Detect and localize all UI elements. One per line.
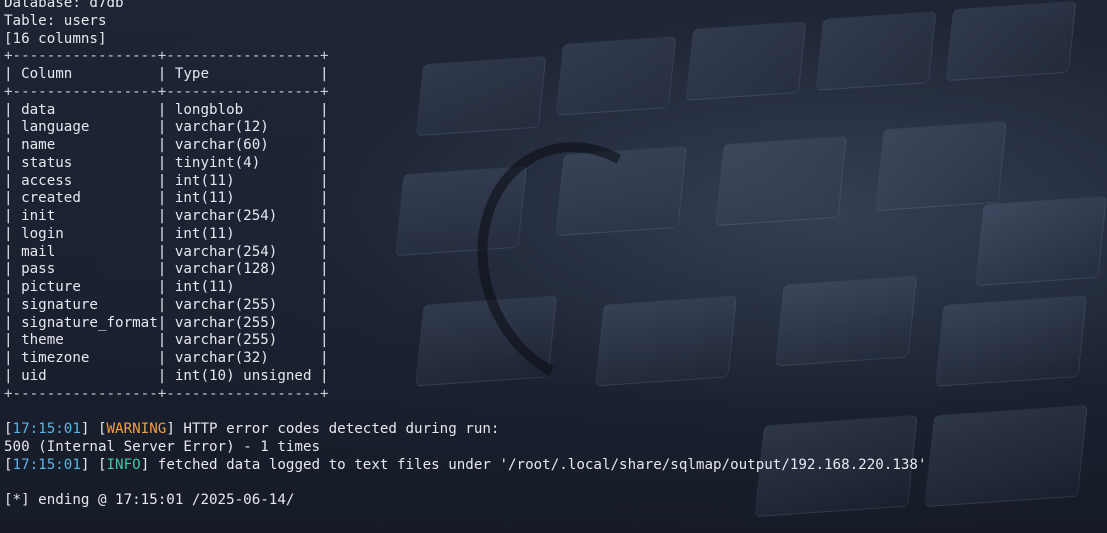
ending-line: [*] ending @ 17:15:01 /2025-06-14/ xyxy=(4,492,295,508)
bracket: [ xyxy=(4,421,13,437)
log-level-warning: WARNING xyxy=(106,421,167,437)
table-body: | data | longblob | | language | varchar… xyxy=(4,102,1107,386)
table-border-top: +-----------------+------------------+ xyxy=(4,48,329,65)
log-info-line: [17:15:01] [INFO] fetched data logged to… xyxy=(4,457,1107,475)
table-row: | data | longblob | xyxy=(4,101,329,118)
table-row: | pass | varchar(128) | xyxy=(4,261,329,278)
table-row: | status | tinyint(4) | xyxy=(4,154,329,171)
table-header-row: | Column | Type | xyxy=(4,66,329,82)
log-warning-line: [17:15:01] [WARNING] HTTP error codes de… xyxy=(4,421,1107,439)
log-message: HTTP error codes detected during run: xyxy=(174,421,500,437)
terminal-output: Database: d7db Table: users [16 columns]… xyxy=(4,0,1107,510)
table-row: | name | varchar(60) | xyxy=(4,137,329,153)
bracket: ] xyxy=(140,456,150,473)
bracket: ] [ xyxy=(80,456,107,473)
table-border-mid: +-----------------+------------------+ xyxy=(4,83,329,100)
table-row: | signature | varchar(255) | xyxy=(4,296,329,313)
table-row: | login | int(11) | xyxy=(4,225,329,242)
table-row: | uid | int(10) unsigned | xyxy=(4,367,329,384)
table-row: | theme | varchar(255) | xyxy=(4,332,329,349)
table-row: | created | int(11) | xyxy=(4,190,329,207)
table-row: | language | varchar(12) | xyxy=(4,119,329,136)
bracket: [ xyxy=(4,456,13,473)
log-message: fetched data logged to text files under … xyxy=(149,456,927,473)
table-row: | timezone | varchar(32) | xyxy=(4,350,329,366)
table-row: | picture | int(11) | xyxy=(4,279,329,295)
database-line: Database: d7db xyxy=(4,0,124,11)
column-count-line: [16 columns] xyxy=(4,30,107,47)
table-row: | signature_format| varchar(255) | xyxy=(4,314,329,331)
table-row: | mail | varchar(254) | xyxy=(4,243,329,260)
bracket: ] [ xyxy=(80,421,107,437)
log-level-info: INFO xyxy=(106,456,141,473)
log-error-count-line: 500 (Internal Server Error) - 1 times xyxy=(4,438,321,455)
bracket: ] xyxy=(166,421,175,437)
log-timestamp: 17:15:01 xyxy=(12,456,81,473)
table-row: | init | varchar(254) | xyxy=(4,208,329,224)
table-row: | access | int(11) | xyxy=(4,172,329,189)
log-timestamp: 17:15:01 xyxy=(12,421,81,437)
table-border-bottom: +-----------------+------------------+ xyxy=(4,385,329,402)
table-line: Table: users xyxy=(4,12,107,29)
